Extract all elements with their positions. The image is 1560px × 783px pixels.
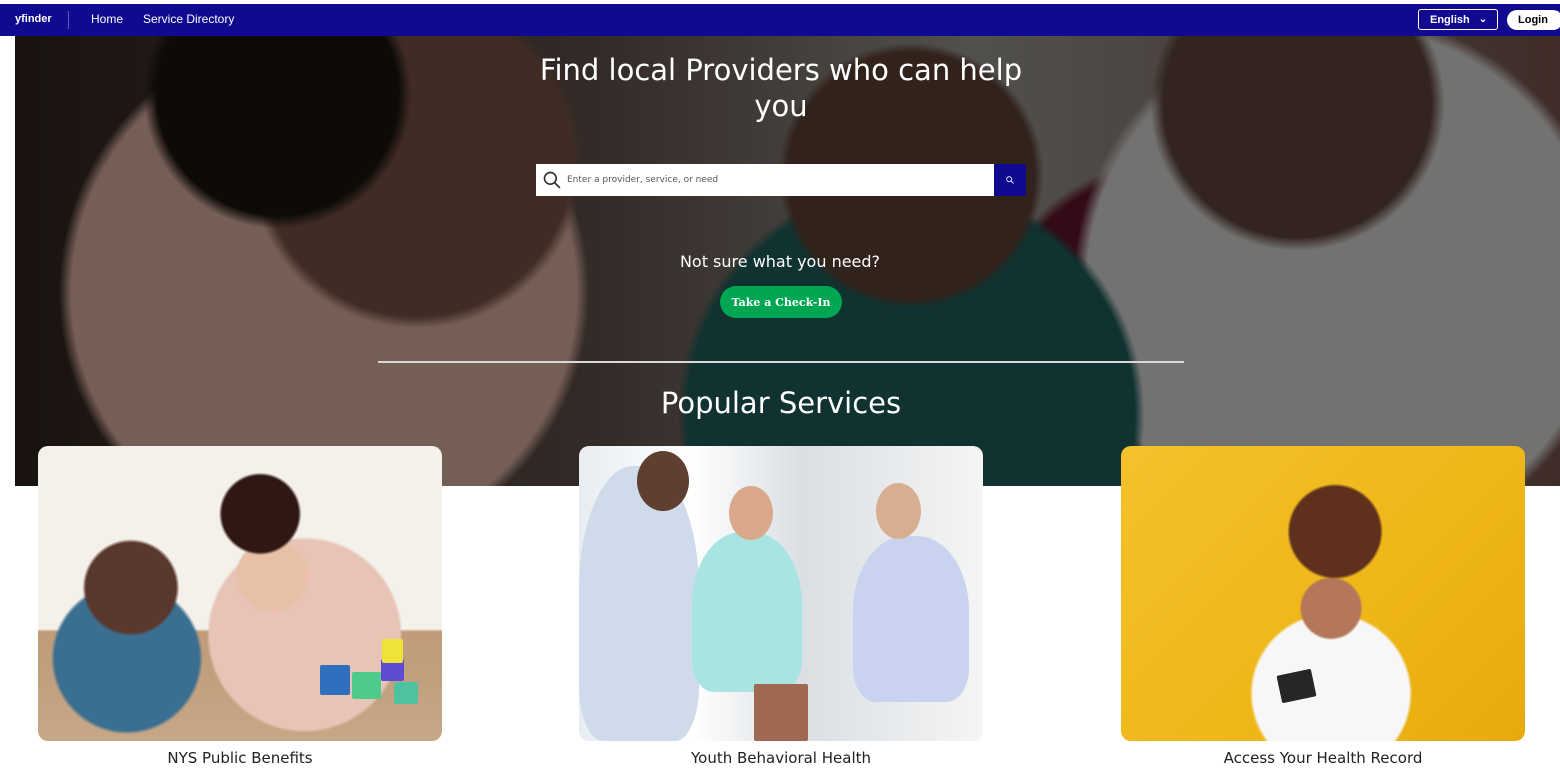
- toy-block-yellow: [382, 639, 403, 663]
- hero-title: Find local Providers who can help you: [539, 53, 1023, 123]
- take-check-in-button[interactable]: Take a Check-In: [720, 286, 842, 318]
- login-button-label: Login: [1518, 14, 1548, 26]
- hero-section: Find local Providers who can help you No…: [15, 36, 1560, 486]
- brand-divider: [68, 11, 69, 29]
- service-card-nys-public-benefits[interactable]: NYS Public Benefits: [38, 446, 442, 774]
- chair-shape: [754, 684, 808, 741]
- adult-face-shape: [637, 451, 689, 511]
- language-select[interactable]: English ⌄: [1418, 9, 1498, 30]
- phone-shape: [1276, 668, 1317, 704]
- hero-divider: [378, 361, 1184, 363]
- service-card-youth-behavioral-health[interactable]: Youth Behavioral Health: [579, 446, 983, 774]
- service-label[interactable]: NYS Public Benefits: [38, 748, 442, 768]
- girl-shirt-shape: [853, 536, 969, 702]
- brand-logo-text[interactable]: yfinder: [15, 13, 52, 25]
- popular-services-heading: Popular Services: [660, 386, 902, 420]
- provider-search-input[interactable]: [567, 164, 993, 196]
- login-button[interactable]: Login: [1507, 10, 1560, 30]
- teen-face-shape: [729, 486, 773, 540]
- nav-service-directory-link[interactable]: Service Directory: [143, 12, 234, 26]
- teen-hoodie-shape: [692, 532, 802, 692]
- toy-block-mint: [394, 682, 418, 704]
- access-health-record-image[interactable]: [1121, 446, 1525, 741]
- provider-search-box: [536, 164, 1026, 196]
- search-icon: [543, 171, 561, 189]
- adult-shirt-shape: [579, 466, 699, 741]
- search-submit-button[interactable]: [994, 164, 1026, 196]
- search-submit-icon: [1006, 176, 1014, 184]
- nav-home-link[interactable]: Home: [91, 12, 123, 26]
- nys-public-benefits-image[interactable]: [38, 446, 442, 741]
- service-label[interactable]: Youth Behavioral Health: [579, 748, 983, 768]
- top-navigation-bar: yfinder Home Service Directory English ⌄…: [0, 4, 1560, 36]
- girl-face-shape: [876, 483, 921, 539]
- language-selected-value: English: [1430, 13, 1470, 26]
- toy-block-blue: [320, 665, 350, 695]
- youth-behavioral-health-image[interactable]: [579, 446, 983, 741]
- not-sure-text: Not sure what you need?: [679, 252, 881, 271]
- chevron-down-icon: ⌄: [1478, 13, 1488, 25]
- page: yfinder Home Service Directory English ⌄…: [0, 0, 1560, 783]
- service-label[interactable]: Access Your Health Record: [1121, 748, 1525, 768]
- service-card-access-health-record[interactable]: Access Your Health Record: [1121, 446, 1525, 774]
- toy-block-green: [352, 672, 381, 699]
